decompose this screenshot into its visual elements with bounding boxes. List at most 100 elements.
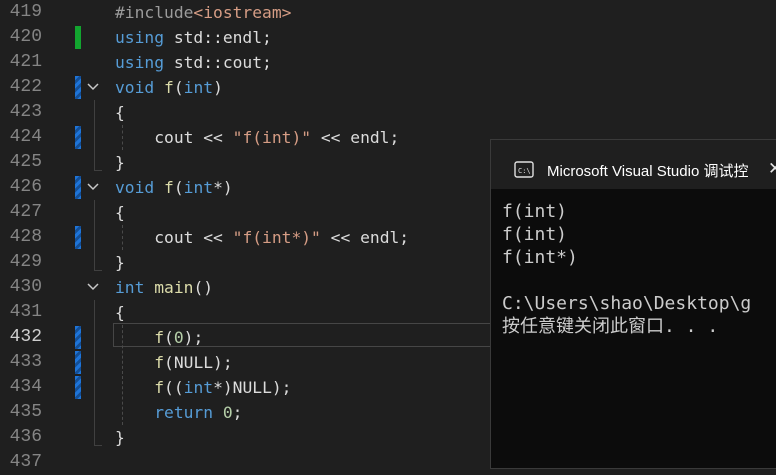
console-output-line: f(int) <box>502 224 568 245</box>
code-token: ) <box>213 78 223 97</box>
code-token: { <box>115 303 125 322</box>
line-number: 420 <box>9 27 42 47</box>
line-number: 424 <box>9 127 42 147</box>
code-token: using <box>115 53 165 72</box>
code-text: { <box>115 200 125 225</box>
change-modified-marker <box>75 226 81 249</box>
change-modified-marker <box>75 126 81 149</box>
chevron-down-icon[interactable] <box>85 275 101 300</box>
line-number: 419 <box>9 2 42 22</box>
svg-text:C:\: C:\ <box>518 167 531 175</box>
console-output-line: C:\Users\shao\Desktop\g <box>502 293 752 314</box>
line-number: 421 <box>9 52 42 72</box>
change-modified-marker <box>75 351 81 374</box>
line-number: 430 <box>9 277 42 297</box>
indent-guide-body <box>122 125 123 150</box>
change-modified-marker <box>75 376 81 399</box>
code-token: (NULL); <box>164 353 233 372</box>
code-token: "f(int*)" <box>232 228 321 247</box>
indent-guide-end <box>94 170 102 171</box>
code-text: using std::endl; <box>115 25 272 50</box>
code-text: f((int*)NULL); <box>115 375 291 400</box>
code-line[interactable]: 419 #include<iostream> <box>0 0 776 25</box>
indent-guide-end <box>94 270 102 271</box>
console-output-line: f(int*) <box>502 247 578 268</box>
code-line[interactable]: 420 using std::endl; <box>0 25 776 50</box>
code-token: } <box>115 253 125 272</box>
code-token: { <box>115 103 125 122</box>
code-line[interactable]: 421 using std::cout; <box>0 50 776 75</box>
code-text: } <box>115 250 125 275</box>
indent-guide-end <box>94 445 102 446</box>
indent-guide-body <box>122 325 123 425</box>
code-token: "f(int)" <box>232 128 312 147</box>
code-token: } <box>115 153 125 172</box>
line-number: 432 <box>9 327 42 347</box>
code-token: f <box>164 178 174 197</box>
code-text: { <box>115 100 125 125</box>
code-text: { <box>115 300 125 325</box>
code-text: void f(int*) <box>115 175 233 200</box>
line-number: 431 <box>9 302 42 322</box>
chevron-down-icon[interactable] <box>85 175 101 200</box>
code-text: int main() <box>115 275 213 300</box>
code-token: *)NULL); <box>213 378 292 397</box>
line-number: 425 <box>9 152 42 172</box>
code-line[interactable]: 423 { <box>0 100 776 125</box>
indent-guide-main <box>94 300 95 445</box>
code-text: #include<iostream> <box>115 0 291 25</box>
code-text: void f(int) <box>115 75 223 100</box>
code-line[interactable]: 422 void f(int) <box>0 75 776 100</box>
line-number: 426 <box>9 177 42 197</box>
code-token: void <box>115 78 155 97</box>
code-token: int <box>115 278 145 297</box>
code-token: 0 <box>173 328 184 347</box>
code-token: std::endl; <box>164 28 272 47</box>
code-token: 0 <box>222 403 233 422</box>
code-token: int <box>183 378 214 397</box>
code-token: f <box>154 328 165 347</box>
debug-console-window[interactable]: C:\ Microsoft Visual Studio 调试控 ✕ f(int)… <box>490 139 776 469</box>
code-token: f <box>164 78 174 97</box>
code-token: main <box>154 278 194 297</box>
code-token: ( <box>164 328 174 347</box>
change-modified-marker <box>75 76 81 99</box>
code-token: () <box>193 278 214 297</box>
code-token: cout << <box>115 228 233 247</box>
code-token: <iostream> <box>193 3 292 22</box>
code-token: ; <box>232 403 243 422</box>
line-number: 435 <box>9 402 42 422</box>
close-icon[interactable]: ✕ <box>768 159 776 179</box>
code-token: int <box>183 78 214 97</box>
console-output: f(int) f(int) f(int*) C:\Users\shao\Desktop… <box>502 200 776 338</box>
code-token: << endl; <box>320 228 410 247</box>
indent-guide-body <box>122 225 123 250</box>
code-text: f(0); <box>115 325 203 350</box>
code-token: #include <box>115 3 194 22</box>
line-number: 429 <box>9 252 42 272</box>
change-modified-marker <box>75 176 81 199</box>
code-token: cout << <box>115 128 233 147</box>
line-number: 422 <box>9 77 42 97</box>
code-text: cout << "f(int*)" << endl; <box>115 225 409 250</box>
code-text: f(NULL); <box>115 350 233 375</box>
code-token: ( <box>173 78 184 97</box>
code-token: { <box>115 203 125 222</box>
code-token: f <box>154 378 165 397</box>
chevron-down-icon[interactable] <box>85 75 101 100</box>
code-token: int <box>183 178 214 197</box>
code-text: return 0; <box>115 400 242 425</box>
code-token: ); <box>183 328 204 347</box>
code-token: return <box>154 403 214 422</box>
console-tab[interactable]: C:\ Microsoft Visual Studio 调试控 ✕ <box>502 156 776 182</box>
code-token: f <box>154 353 165 372</box>
console-titlebar[interactable]: C:\ Microsoft Visual Studio 调试控 ✕ <box>491 140 776 189</box>
code-token: ( <box>173 178 184 197</box>
terminal-icon: C:\ <box>514 161 534 182</box>
code-text: using std::cout; <box>115 50 272 75</box>
